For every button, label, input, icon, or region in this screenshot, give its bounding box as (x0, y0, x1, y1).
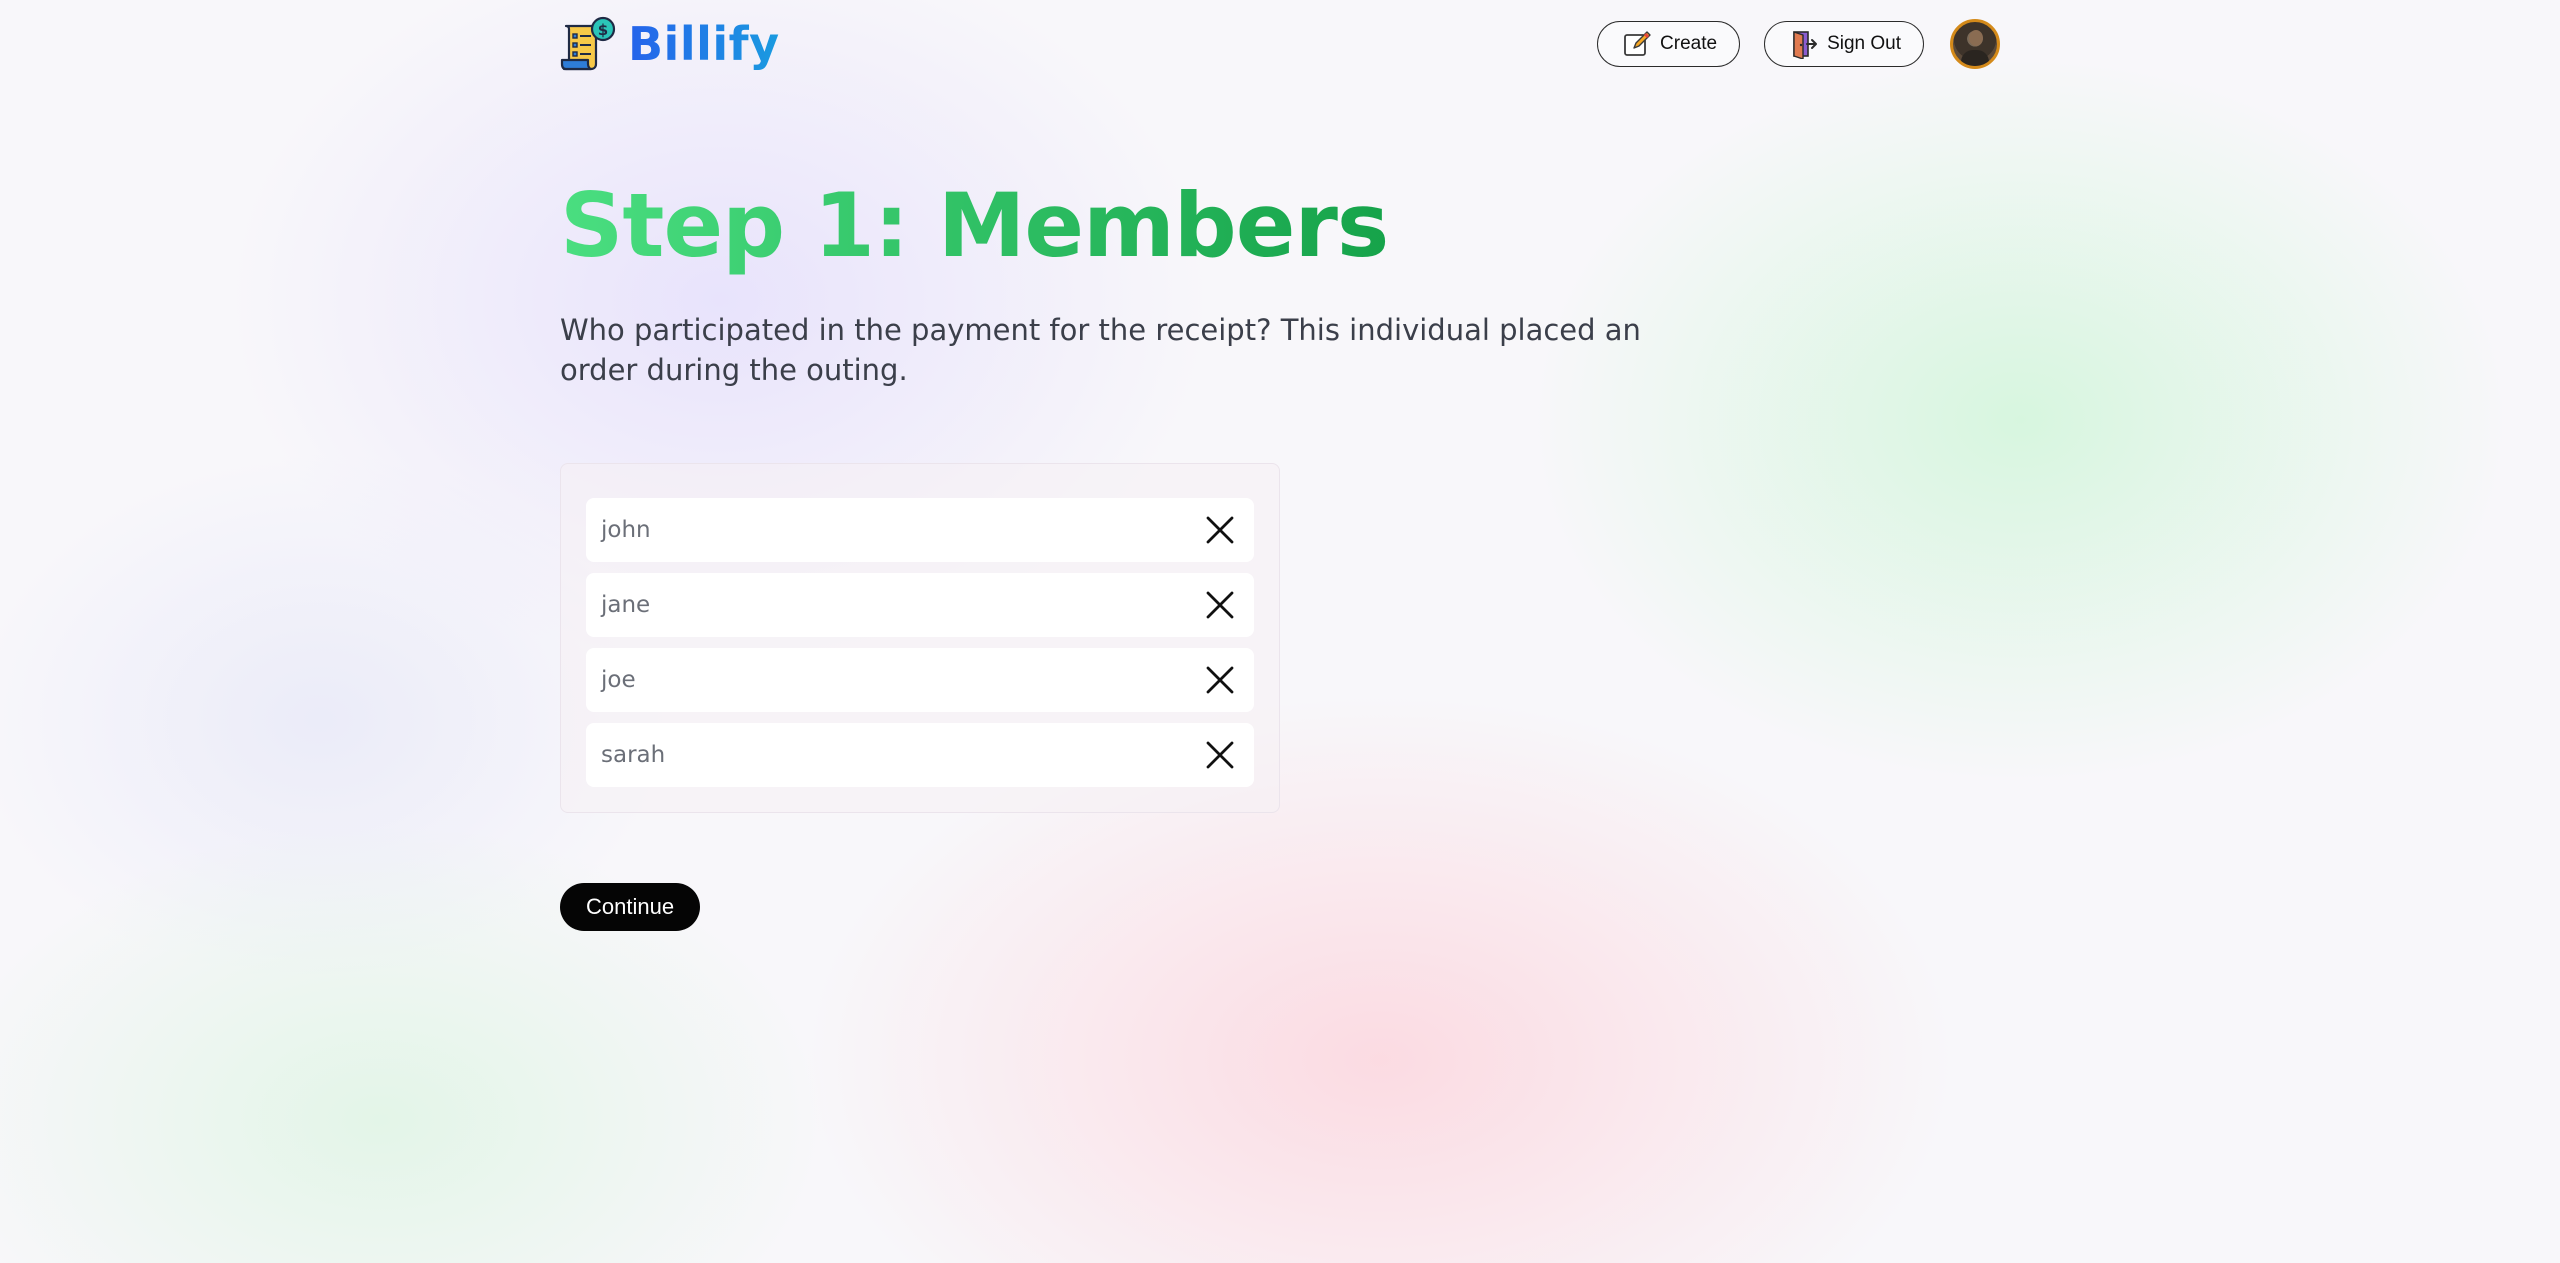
receipt-dollar-icon: $ (560, 16, 616, 71)
close-icon (1206, 666, 1234, 694)
continue-button[interactable]: Continue (560, 883, 701, 931)
header: $ Billify Create Sign Out (560, 16, 2000, 72)
member-name: sarah (601, 742, 666, 768)
svg-text:$: $ (598, 21, 608, 39)
page: $ Billify Create Sign Out Step 1: Member… (560, 0, 2000, 1263)
member-name: john (601, 517, 651, 543)
member-name: jane (601, 592, 651, 618)
member-item: jane (586, 573, 1254, 637)
sign-out-button[interactable]: Sign Out (1764, 21, 1924, 67)
member-item: joe (586, 648, 1254, 712)
member-item: john (586, 498, 1254, 562)
avatar-torso (1961, 50, 1989, 66)
door-exit-icon (1793, 31, 1818, 59)
sign-out-button-label: Sign Out (1827, 33, 1901, 54)
close-icon (1206, 591, 1234, 619)
remove-member-button[interactable] (1200, 585, 1240, 625)
close-icon (1206, 741, 1234, 769)
avatar-head (1969, 30, 1983, 46)
step-description: Who participated in the payment for the … (560, 313, 1641, 387)
remove-member-button[interactable] (1200, 735, 1240, 775)
close-icon (1206, 516, 1234, 544)
user-avatar[interactable] (1950, 19, 2000, 69)
brand[interactable]: $ Billify (560, 16, 780, 72)
create-button[interactable]: Create (1597, 21, 1741, 67)
top-nav: Create Sign Out (1597, 18, 2000, 70)
create-button-label: Create (1660, 33, 1718, 54)
member-name: joe (601, 667, 636, 693)
member-item: sarah (586, 723, 1254, 787)
pencil-square-icon (1624, 31, 1651, 56)
brand-name: Billify (628, 17, 780, 71)
remove-member-button[interactable] (1200, 510, 1240, 550)
members-list: john jane joe sarah (560, 463, 1280, 813)
remove-member-button[interactable] (1200, 660, 1240, 700)
page-title: Step 1: Members (560, 168, 1389, 284)
